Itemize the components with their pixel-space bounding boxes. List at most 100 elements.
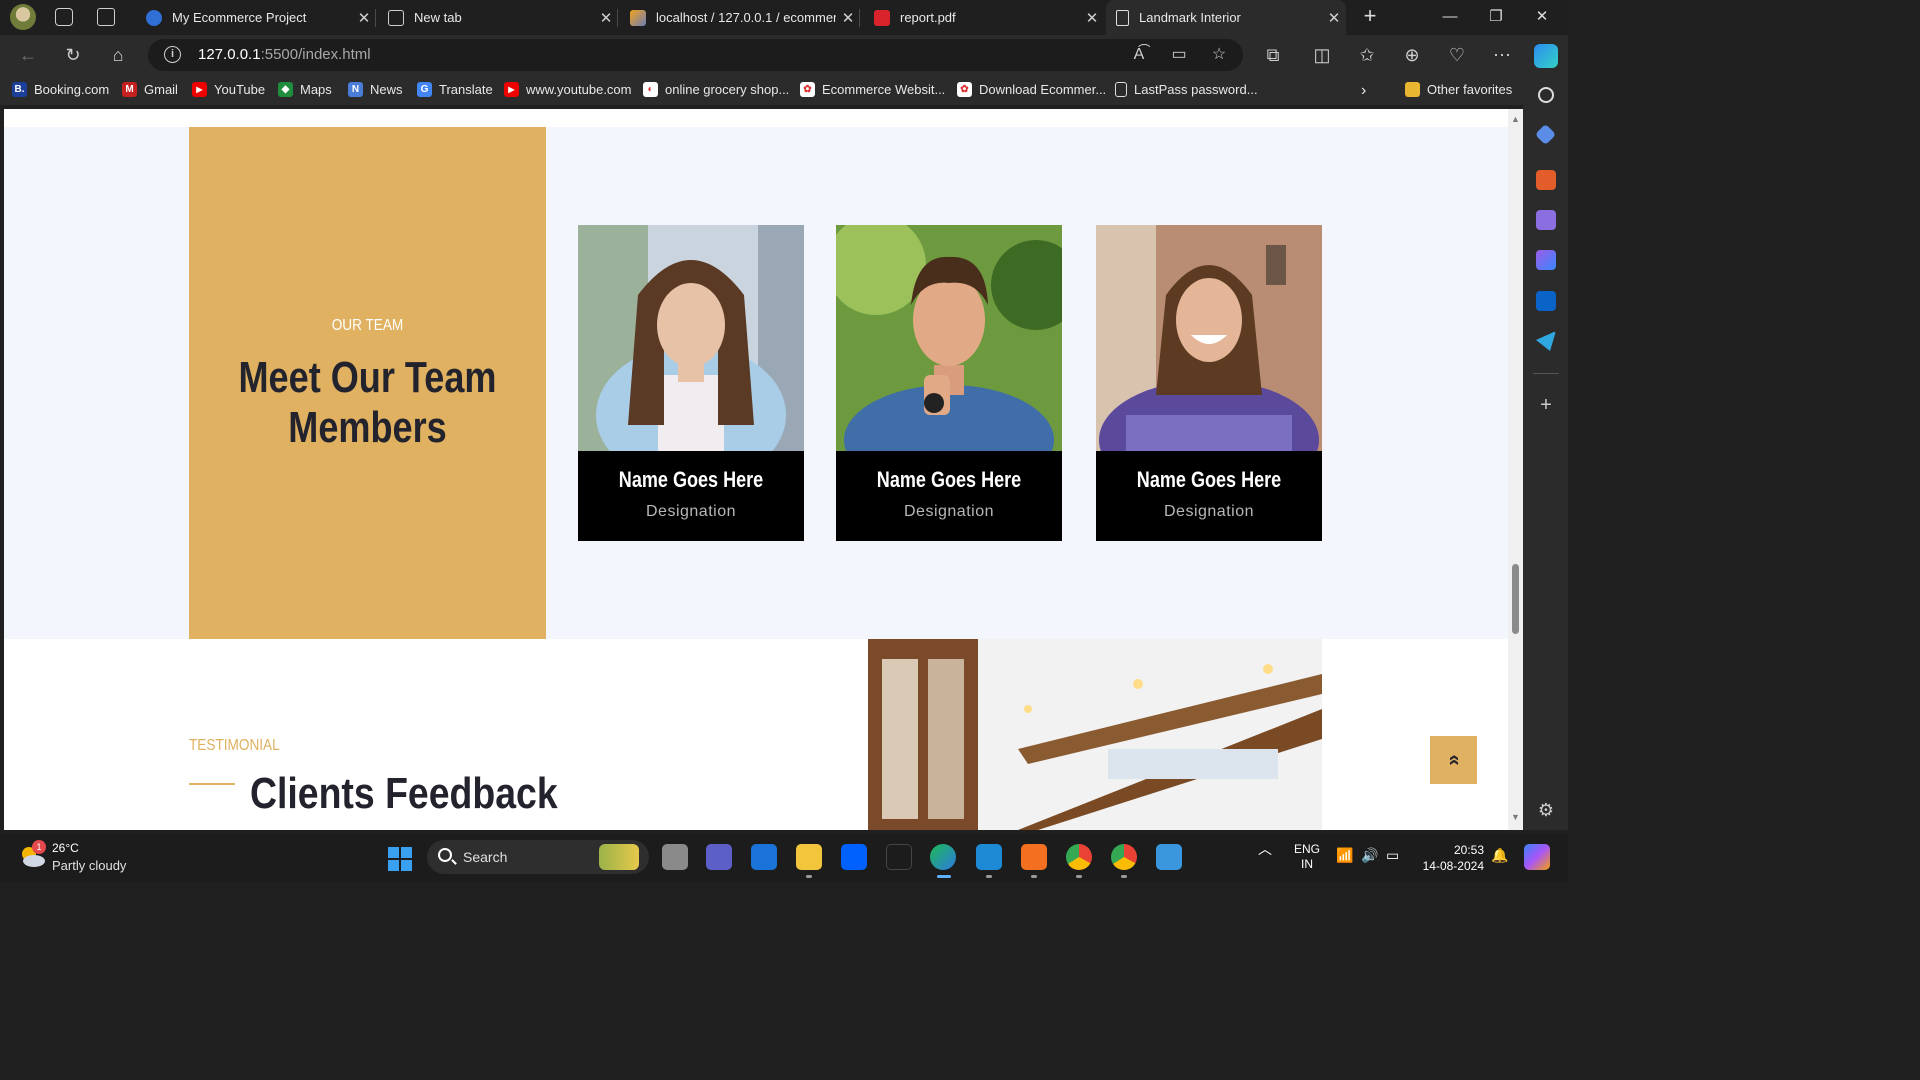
teams-icon[interactable] [706, 844, 732, 870]
more-options-icon[interactable]: ⋯ [1491, 44, 1513, 66]
bookmark-youtube[interactable]: ▶ YouTube [192, 82, 265, 97]
tab-report-pdf[interactable]: report.pdf ✕ [864, 0, 1104, 35]
mail-icon[interactable] [751, 844, 777, 870]
add-icon[interactable]: + [1536, 395, 1556, 415]
taskbar-search[interactable]: Search [427, 840, 649, 874]
weather-temperature: 26°C [52, 841, 79, 855]
outlook-icon[interactable] [1536, 291, 1556, 311]
chrome-profile-icon[interactable] [1111, 844, 1137, 870]
back-to-top-button[interactable]: » [1430, 736, 1477, 784]
copilot-taskbar-icon[interactable] [1524, 844, 1550, 870]
immersive-reader-icon[interactable]: ▭ [1169, 45, 1189, 65]
bookmark-booking[interactable]: B. Booking.com [12, 82, 109, 97]
close-tab-icon[interactable]: ✕ [352, 9, 376, 27]
search-icon[interactable] [1538, 87, 1554, 103]
restore-button[interactable]: ❐ [1473, 0, 1519, 35]
microsoft-365-icon[interactable] [1536, 250, 1556, 270]
booking-icon: B. [12, 82, 27, 97]
workspaces-icon[interactable] [55, 8, 73, 26]
refresh-icon[interactable]: ↻ [62, 44, 84, 66]
notepad-icon[interactable] [1156, 844, 1182, 870]
more-bookmarks-chevron-icon[interactable]: › [1361, 82, 1366, 100]
copilot-icon[interactable] [1534, 44, 1558, 68]
close-window-button[interactable]: ✕ [1519, 0, 1565, 35]
team-heading: Meet Our Team Members [238, 353, 497, 452]
back-arrow-icon[interactable]: ← [17, 44, 39, 66]
page-scrollbar[interactable]: ▲ ▼ [1508, 109, 1523, 830]
bookmark-ecommerce-website[interactable]: ✿ Ecommerce Websit... [800, 82, 945, 97]
scroll-down-arrow-icon[interactable]: ▼ [1511, 813, 1520, 822]
tab-strip: My Ecommerce Project ✕ New tab ✕ localho… [0, 0, 1568, 35]
system-clock[interactable]: 20:53 14-08-2024 [1418, 842, 1484, 874]
bookmark-news[interactable]: N News [348, 82, 403, 97]
vscode-icon[interactable] [976, 844, 1002, 870]
minimize-button[interactable]: — [1427, 0, 1473, 35]
bookmark-maps[interactable]: ◆ Maps [278, 82, 332, 97]
bookmark-label: Booking.com [34, 82, 110, 97]
games-icon[interactable] [1536, 210, 1556, 230]
tab-phpmyadmin[interactable]: localhost / 127.0.0.1 / ecommerc ✕ [620, 0, 860, 35]
bookmark-lastpass[interactable]: LastPass password... [1115, 82, 1258, 97]
team-member-card[interactable]: Name Goes Here Designation [578, 225, 804, 541]
address-bar[interactable]: i 127.0.0.1:5500/index.html A͡ ▭ ☆ [148, 39, 1243, 71]
close-tab-icon[interactable]: ✕ [836, 9, 860, 27]
search-label: Search [463, 849, 508, 865]
tab-landmark-interior[interactable]: Landmark Interior ✕ [1106, 0, 1346, 35]
bookmark-label: Download Ecommer... [979, 82, 1107, 97]
collections-icon[interactable]: ⊕ [1401, 44, 1423, 66]
address-url[interactable]: 127.0.0.1:5500/index.html [198, 46, 371, 63]
team-member-card[interactable]: Name Goes Here Designation [1096, 225, 1322, 541]
team-member-card[interactable]: Name Goes Here Designation [836, 225, 1062, 541]
scrollbar-thumb[interactable] [1512, 564, 1519, 634]
battery-icon[interactable]: ▭ [1386, 848, 1399, 863]
search-highlight-icon [599, 844, 639, 870]
ecommerce-icon: ✿ [800, 82, 815, 97]
edge-icon[interactable] [930, 844, 956, 870]
tools-icon[interactable] [1536, 170, 1556, 190]
xampp-icon[interactable] [1021, 844, 1047, 870]
bookmark-translate[interactable]: G Translate [417, 82, 493, 97]
member-designation: Designation [904, 503, 994, 520]
favorite-star-icon[interactable]: ☆ [1209, 45, 1229, 65]
chrome-icon[interactable] [1066, 844, 1092, 870]
site-info-icon[interactable]: i [164, 46, 181, 63]
read-aloud-icon[interactable]: A͡ [1129, 45, 1149, 65]
notification-bell-icon[interactable]: 🔔 [1491, 848, 1508, 863]
favorites-icon[interactable]: ✩ [1356, 44, 1378, 66]
bookmark-grocery[interactable]: ◐ online grocery shop... [643, 82, 789, 97]
close-tab-icon[interactable]: ✕ [594, 9, 618, 27]
file-explorer-icon[interactable] [796, 844, 822, 870]
send-icon[interactable] [1536, 331, 1556, 351]
language-indicator[interactable]: ENG IN [1292, 842, 1322, 872]
close-tab-icon[interactable]: ✕ [1322, 9, 1346, 27]
close-tab-icon[interactable]: ✕ [1080, 9, 1104, 27]
extensions-icon[interactable]: ⧉ [1262, 44, 1284, 66]
cursor-app-icon[interactable] [886, 844, 912, 870]
bookmark-download-ecommerce[interactable]: ✿ Download Ecommer... [957, 82, 1106, 97]
windows-start-icon[interactable] [388, 847, 412, 871]
settings-gear-icon[interactable]: ⚙ [1536, 800, 1556, 820]
show-hidden-icons-chevron-icon[interactable]: ︿ [1258, 842, 1272, 857]
split-screen-icon[interactable]: ◫ [1311, 44, 1333, 66]
scroll-up-arrow-icon[interactable]: ▲ [1511, 115, 1520, 124]
member-name: Name Goes Here [1136, 467, 1282, 492]
wifi-icon[interactable]: 📶 [1336, 848, 1353, 863]
other-favorites[interactable]: Other favorites [1405, 82, 1512, 97]
bookmark-youtube-www[interactable]: ▶ www.youtube.com [504, 82, 632, 97]
testimonial-accent-line [189, 783, 235, 785]
task-view-icon[interactable] [662, 844, 688, 870]
dropbox-icon[interactable] [841, 844, 867, 870]
bookmark-gmail[interactable]: M Gmail [122, 82, 178, 97]
new-tab-button[interactable]: + [1358, 5, 1382, 29]
home-icon[interactable]: ⌂ [107, 44, 129, 66]
shopping-tag-icon[interactable] [1534, 123, 1557, 146]
vertical-tabs-icon[interactable] [97, 8, 115, 26]
volume-icon[interactable]: 🔊 [1361, 848, 1378, 863]
browser-essentials-icon[interactable]: ♡ [1446, 44, 1468, 66]
team-intro-panel: OUR TEAM Meet Our Team Members [189, 127, 546, 639]
tab-my-ecommerce-project[interactable]: My Ecommerce Project ✕ [136, 0, 376, 35]
page-icon [1115, 82, 1127, 97]
profile-avatar[interactable] [10, 4, 36, 30]
tab-new-tab[interactable]: New tab ✕ [378, 0, 618, 35]
running-indicator [1031, 875, 1037, 878]
